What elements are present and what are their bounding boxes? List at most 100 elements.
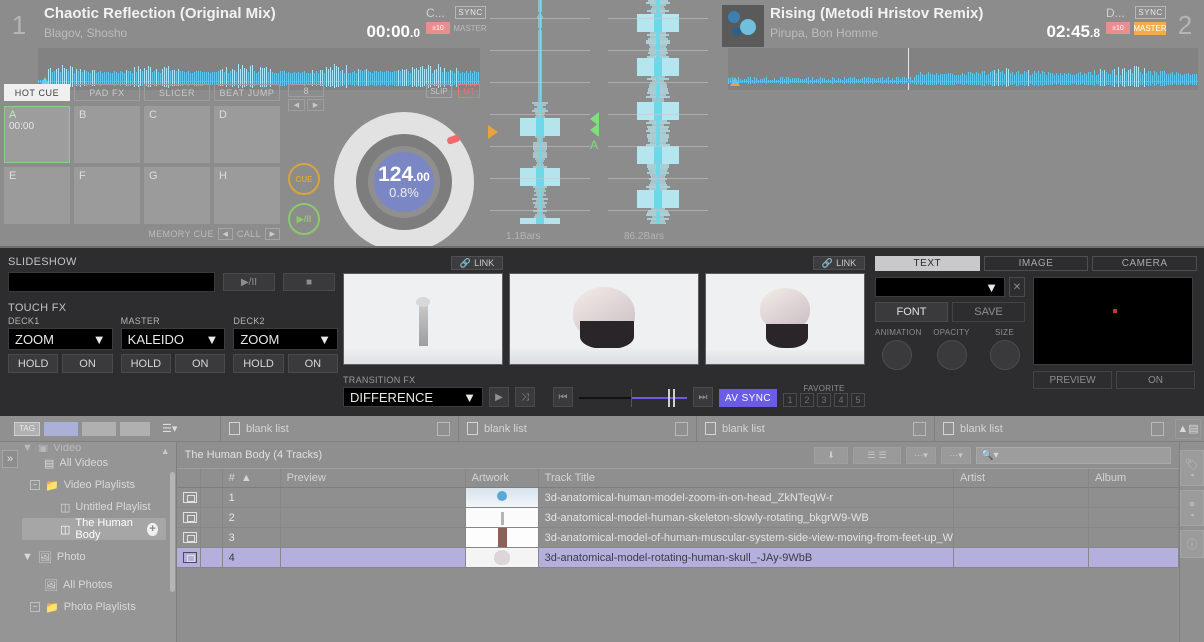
sidebar-item-video[interactable]: ▼ ▣ Video: [22, 444, 176, 452]
deck-1-pad-f[interactable]: F: [74, 167, 140, 224]
favorite-5[interactable]: 5: [851, 393, 865, 407]
import-button[interactable]: ⬇: [814, 446, 848, 464]
column-filter-2[interactable]: ⋯▾: [941, 446, 971, 464]
table-row[interactable]: 3 3d-anatomical-model-of-human-muscular-…: [176, 528, 1179, 548]
sidebar-item-all-videos[interactable]: ▤ All Videos: [22, 452, 176, 474]
deck-1-memory-next-icon[interactable]: ▶: [265, 228, 280, 240]
deck-1-pitch-range[interactable]: ±10: [426, 22, 450, 34]
deck-1-pad-mode-pad-fx[interactable]: PAD FX: [74, 84, 140, 101]
tag-panel-icon[interactable]: 🏷 ◂: [1180, 450, 1204, 486]
collapse-toggle-icon[interactable]: −: [30, 602, 40, 612]
deck-1-memory-prev-icon[interactable]: ◀: [217, 228, 233, 240]
deck-1-pad-h[interactable]: H: [214, 167, 280, 224]
av-crossfader[interactable]: [579, 389, 687, 407]
related-panel-icon[interactable]: ⚭ ◂: [1180, 490, 1204, 526]
favorite-2[interactable]: 2: [800, 393, 814, 407]
search-input[interactable]: 🔍▾: [976, 446, 1171, 464]
touch-fx-deck1-on[interactable]: ON: [62, 354, 113, 373]
crossfader-left-icon[interactable]: ⏮: [553, 387, 573, 407]
touch-fx-master-on[interactable]: ON: [175, 354, 226, 373]
deck-2-sync-button[interactable]: SYNC: [1135, 6, 1166, 19]
link-button-deck2[interactable]: 🔗 LINK: [813, 256, 865, 270]
tab-menu-icon[interactable]: [437, 421, 450, 436]
favorite-3[interactable]: 3: [817, 393, 831, 407]
browser-tab-4[interactable]: blank list: [934, 415, 1172, 442]
slideshow-input[interactable]: [8, 272, 215, 292]
sidebar-scrollbar[interactable]: [169, 472, 175, 592]
crossfader-right-icon[interactable]: ⏭: [693, 387, 713, 407]
tag-color-2[interactable]: [82, 421, 116, 436]
deck-1-beat-right-icon[interactable]: ▶: [307, 99, 324, 111]
browser-tab-1[interactable]: blank list: [220, 415, 458, 442]
table-row[interactable]: 4 3d-anatomical-model-rotating-human-sku…: [176, 548, 1179, 568]
touch-fx-deck2-on[interactable]: ON: [287, 354, 339, 373]
slideshow-stop-button[interactable]: ■: [283, 273, 335, 291]
table-row[interactable]: 2 3d-anatomical-model-human-skeleton-slo…: [176, 508, 1179, 528]
deck-1-sync-button[interactable]: SYNC: [455, 6, 486, 19]
favorite-4[interactable]: 4: [834, 393, 848, 407]
deck-1-pad-mode-slicer[interactable]: SLICER: [144, 84, 210, 101]
deck-1-pad-mode-beat-jump[interactable]: BEAT JUMP: [214, 84, 280, 101]
favorite-1[interactable]: 1: [783, 393, 797, 407]
tag-color-1[interactable]: [44, 421, 78, 436]
browser-tab-3[interactable]: blank list: [696, 415, 934, 442]
column-track-title[interactable]: Track Title: [539, 469, 954, 487]
deck-1-jog-wheel[interactable]: 124.00 0.8%: [334, 112, 474, 252]
sidebar-item-the-human-body[interactable]: ◫ The Human Body +: [22, 517, 166, 541]
deck-1-pad-e[interactable]: E: [4, 167, 70, 224]
center-waveform-deck-1[interactable]: [490, 0, 590, 224]
overlay-on-button[interactable]: ON: [1116, 371, 1195, 389]
deck-1-pad-g[interactable]: G: [144, 167, 210, 224]
animation-knob[interactable]: [882, 340, 912, 370]
video-thumb-deck1[interactable]: [343, 273, 503, 365]
deck-1-cue-button[interactable]: CUE: [288, 163, 320, 195]
deck-1-beat-left-icon[interactable]: ◀: [288, 99, 305, 111]
tag-color-3[interactable]: [120, 421, 150, 436]
link-button-deck1[interactable]: 🔗 LINK: [451, 256, 503, 270]
center-waveform-panel[interactable]: A 1.1Bars 86.2Bars: [486, 0, 722, 246]
column-preview[interactable]: Preview: [281, 469, 466, 487]
column-filter-1[interactable]: ⋯▾: [906, 446, 936, 464]
center-waveform-deck-2[interactable]: [608, 0, 708, 224]
detail-view-icon[interactable]: ☰: [867, 450, 875, 461]
deck-1-pad-mode-hot-cue[interactable]: HOT CUE: [4, 84, 70, 101]
sidebar-item-photo[interactable]: ▼ 🖼 Photo: [22, 546, 176, 568]
transition-fx-shuffle-icon[interactable]: ⤨: [515, 387, 535, 407]
save-button[interactable]: SAVE: [952, 302, 1025, 322]
sidebar-item-all-photos[interactable]: 🖼 All Photos: [22, 574, 176, 596]
sidebar-item-untitled-playlist[interactable]: ◫ Untitled Playlist: [22, 496, 176, 518]
deck-1-slip-button[interactable]: SLIP: [426, 84, 452, 98]
sidebar-item-photo-playlists[interactable]: − 📁 Photo Playlists: [22, 596, 176, 618]
add-playlist-icon[interactable]: +: [147, 522, 158, 536]
deck-1-pad-d[interactable]: D: [214, 106, 280, 163]
table-row[interactable]: 1 3d-anatomical-human-model-zoom-in-on-h…: [176, 488, 1179, 508]
slideshow-play-button[interactable]: ▶/II: [223, 273, 275, 291]
touch-fx-master-select[interactable]: KALEIDO ▼: [120, 328, 226, 350]
av-sync-button[interactable]: AV SYNC: [719, 389, 777, 407]
row-preview[interactable]: [281, 528, 466, 547]
list-view-icon[interactable]: ☰: [879, 450, 887, 461]
deck-2-waveform[interactable]: [728, 48, 1198, 90]
touch-fx-master-hold[interactable]: HOLD: [120, 354, 172, 373]
list-view-icon[interactable]: ☰▾: [162, 422, 177, 435]
opacity-knob[interactable]: [936, 340, 967, 370]
tab-text[interactable]: TEXT: [875, 256, 980, 271]
preview-button[interactable]: PREVIEW: [1033, 371, 1112, 389]
row-preview[interactable]: [281, 488, 466, 507]
view-toggle-group[interactable]: ☰ ☰: [853, 446, 901, 464]
transition-fx-play-icon[interactable]: ▶: [489, 387, 509, 407]
deck-2-pitch-range[interactable]: ±10: [1106, 22, 1130, 34]
deck-1-pad-a[interactable]: A 00:00: [4, 106, 70, 163]
deck-1-pad-b[interactable]: B: [74, 106, 140, 163]
tab-menu-icon[interactable]: [675, 421, 688, 436]
tab-image[interactable]: IMAGE: [983, 256, 1089, 271]
clear-text-icon[interactable]: ✕: [1009, 277, 1025, 297]
tab-camera[interactable]: CAMERA: [1092, 256, 1198, 271]
deck-1-pad-c[interactable]: C: [144, 106, 210, 163]
browser-tab-2[interactable]: blank list: [458, 415, 696, 442]
tab-menu-icon[interactable]: [1151, 421, 1164, 436]
row-preview[interactable]: [281, 548, 466, 567]
column-number[interactable]: # ▲: [223, 469, 281, 487]
info-panel-icon[interactable]: ⓘ: [1180, 530, 1204, 558]
text-overlay-input[interactable]: ▼: [875, 277, 1005, 297]
